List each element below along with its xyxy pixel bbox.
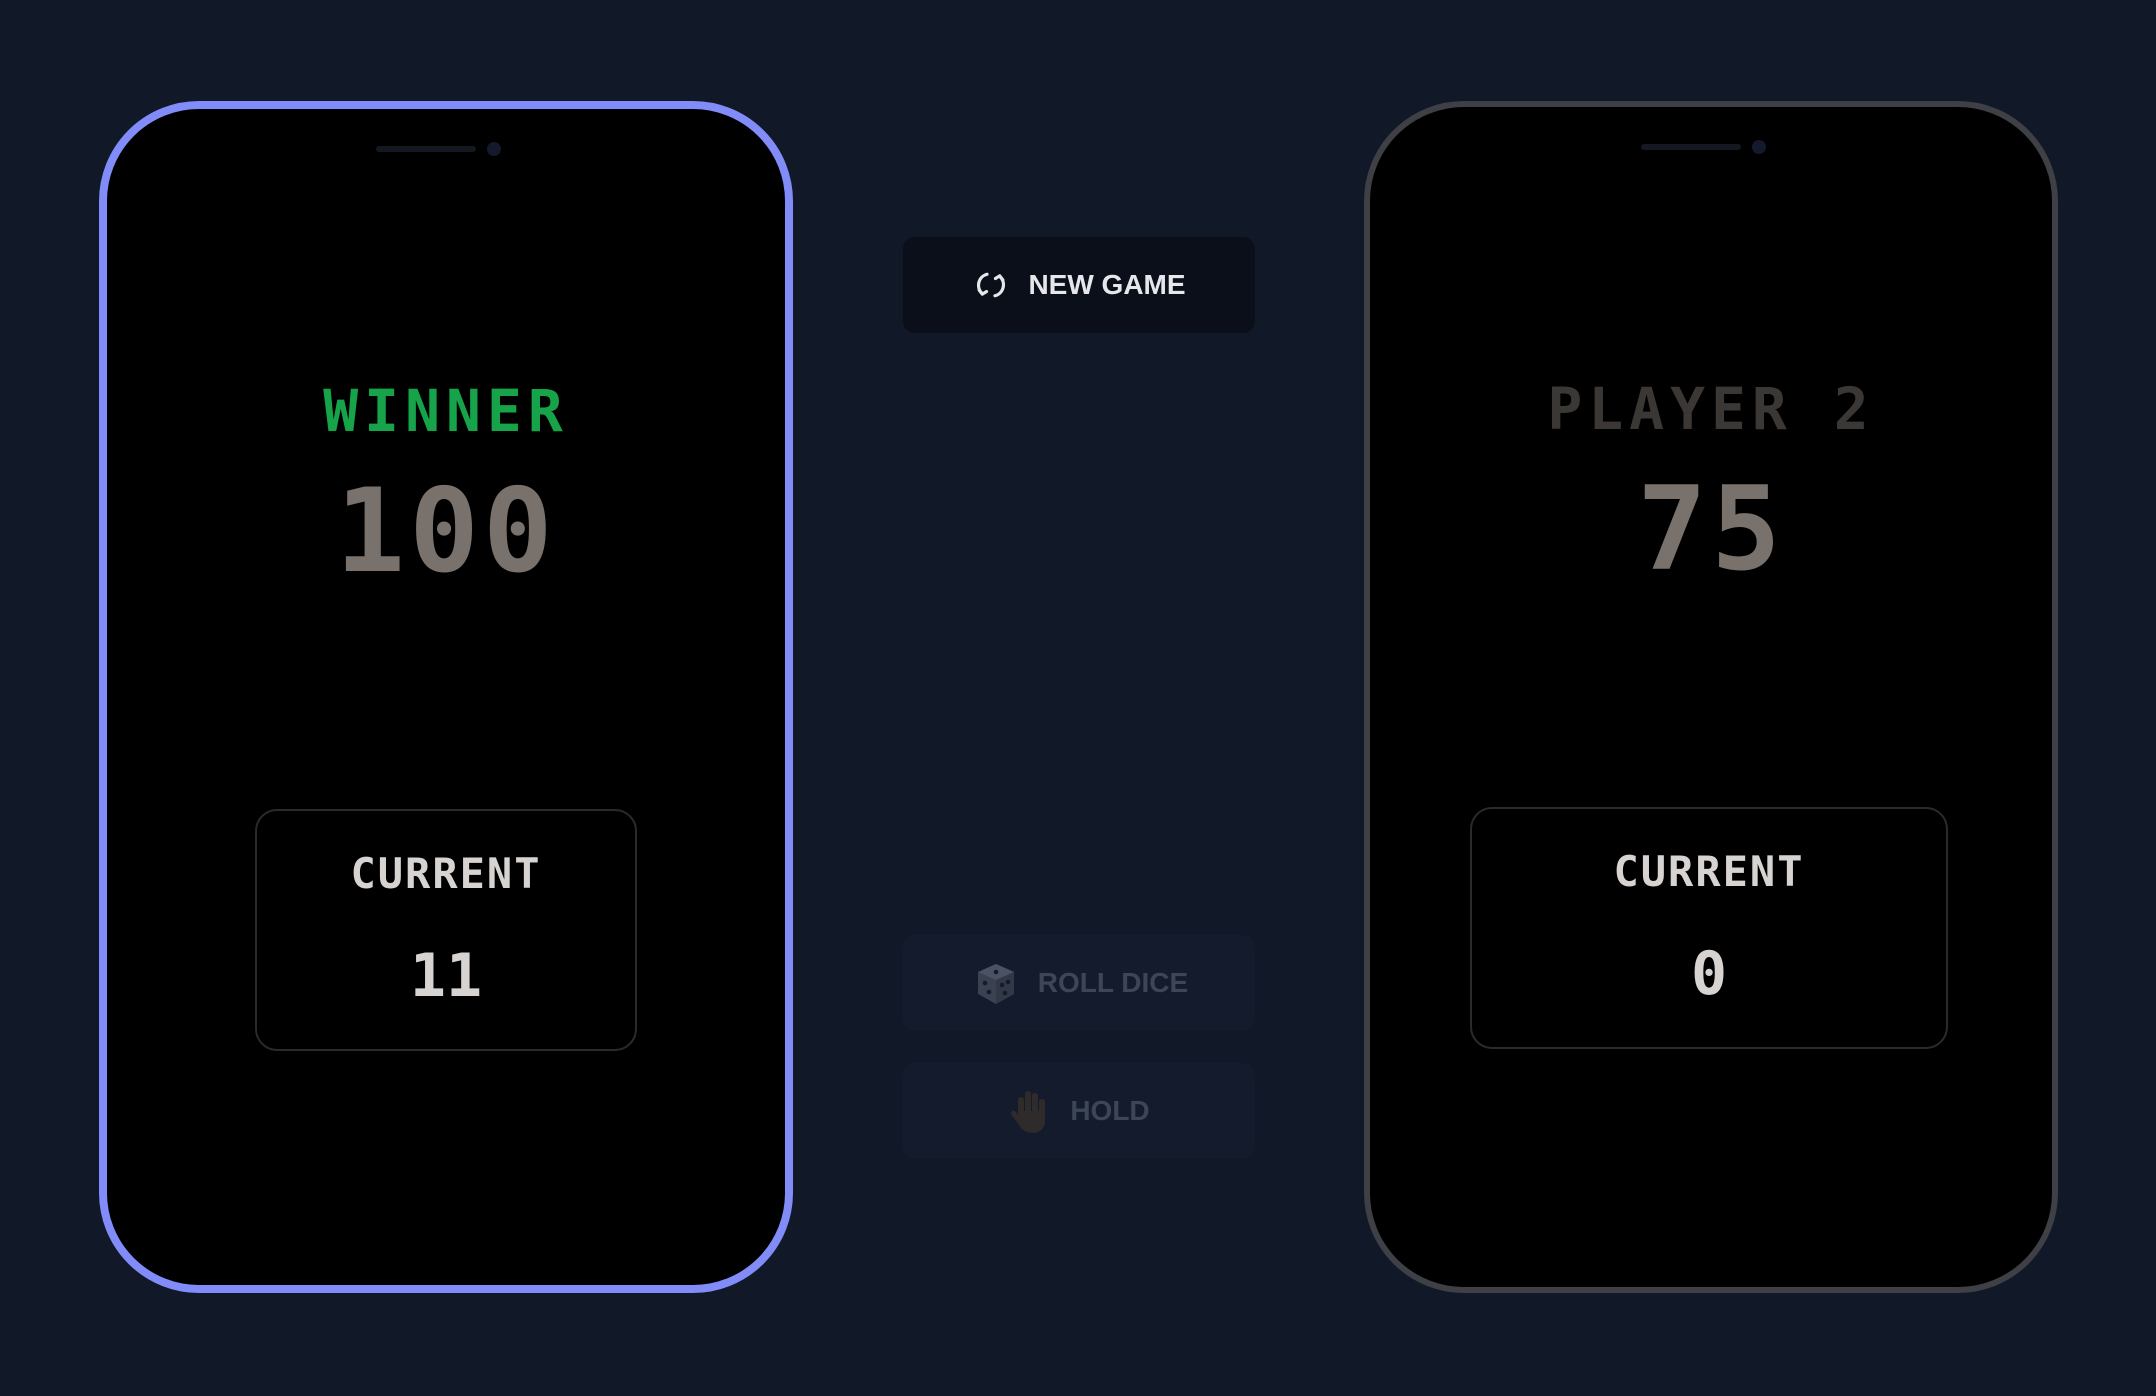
camera-dot [1752,140,1766,154]
current-label: CURRENT [350,849,542,898]
speaker-slot [1641,144,1741,150]
speaker-slot [376,146,476,152]
phone-notch [1641,140,1781,154]
player-1-current-box: CURRENT 11 [255,809,637,1051]
hold-label: HOLD [1070,1095,1150,1126]
player-1-panel: WINNER 100 CURRENT 11 [99,101,793,1293]
player-2-current-box: CURRENT 0 [1470,807,1948,1049]
hand-icon [1008,1087,1052,1135]
camera-dot [487,142,501,156]
player-2-name: PLAYER 2 [1547,375,1875,443]
player-2-panel: PLAYER 2 75 CURRENT 0 [1364,101,2058,1293]
player-2-current-score: 0 [1690,939,1728,1009]
hold-button[interactable]: HOLD [903,1063,1255,1159]
dice-icon [970,958,1020,1008]
new-game-label: NEW GAME [1028,269,1186,300]
refresh-icon [972,266,1010,304]
player-1-name: WINNER [323,377,569,445]
new-game-button[interactable]: NEW GAME [903,237,1255,333]
game-board: WINNER 100 CURRENT 11 NEW GAME ROLL DICE… [0,0,2156,1396]
roll-dice-button[interactable]: ROLL DICE [903,935,1255,1031]
current-label: CURRENT [1613,847,1805,896]
player-2-score: 75 [1637,462,1785,597]
roll-dice-label: ROLL DICE [1037,967,1189,998]
phone-notch [376,142,516,156]
player-1-current-score: 11 [409,941,483,1011]
player-1-score: 100 [335,464,557,599]
